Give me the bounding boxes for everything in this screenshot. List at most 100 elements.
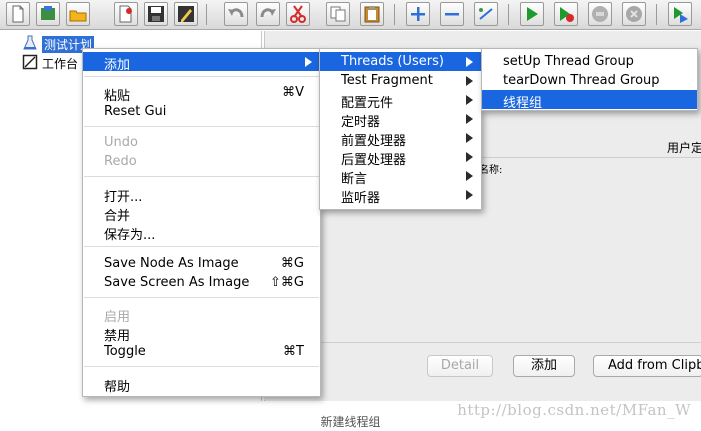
menu-item-disable[interactable]: 禁用	[83, 323, 320, 344]
collapse-icon	[445, 13, 459, 16]
copy-button[interactable]	[326, 2, 350, 26]
paste-icon	[364, 6, 380, 23]
save-button[interactable]	[144, 2, 168, 26]
menu-item-enable[interactable]: 启用	[83, 304, 320, 325]
menu-item-pre-processors[interactable]: 前置处理器	[320, 128, 481, 149]
cut-icon	[290, 5, 306, 23]
menu-item-merge[interactable]: 合并	[83, 203, 320, 224]
save-as-button[interactable]	[174, 2, 198, 26]
toolbar	[0, 0, 701, 30]
undo-button[interactable]	[224, 2, 248, 26]
copy-icon	[330, 6, 346, 22]
menu-separator	[84, 126, 319, 127]
menu-item-threads-users[interactable]: Threads (Users)	[320, 52, 481, 71]
menu-item-reset-gui-label: Reset Gui	[104, 104, 167, 119]
redo-button[interactable]	[256, 2, 280, 26]
menu-item-undo-label: Undo	[104, 135, 138, 150]
test-plan-icon	[23, 35, 37, 50]
menu-separator	[84, 76, 319, 77]
open-button[interactable]	[66, 2, 90, 26]
menu-item-redo[interactable]: Redo	[83, 152, 320, 171]
menu-item-threads-users-label: Threads (Users)	[341, 54, 444, 69]
menu-item-thread-group-label: 线程组	[503, 96, 543, 111]
menu-item-reset-gui[interactable]: Reset Gui	[83, 102, 320, 121]
menu-item-help-label: 帮助	[104, 380, 131, 395]
remote-start-button[interactable]	[668, 2, 692, 26]
redo-icon	[260, 8, 276, 18]
menu-item-teardown-thread-group[interactable]: tearDown Thread Group	[482, 71, 697, 90]
menu-item-test-fragment[interactable]: Test Fragment	[320, 71, 481, 90]
menu-item-post-processors[interactable]: 后置处理器	[320, 147, 481, 168]
add-button[interactable]: 添加	[513, 355, 575, 377]
expand-icon	[411, 7, 425, 21]
bottom-button-bar: Detail 添加 Add from Clipb	[264, 342, 701, 400]
submenu-arrow-icon	[466, 114, 473, 124]
menu-item-listener[interactable]: 监听器	[320, 185, 481, 206]
menu-item-timer[interactable]: 定时器	[320, 109, 481, 130]
menu-item-save-node-as-image-label: Save Node As Image	[104, 256, 239, 271]
toolbar-separator	[394, 4, 395, 25]
open-recent-icon	[119, 5, 132, 23]
save-icon	[148, 6, 164, 22]
shutdown-button[interactable]	[622, 2, 646, 26]
menu-item-add[interactable]: 添加	[83, 52, 320, 73]
toggle-shortcut: ⌘T	[283, 344, 304, 359]
stop-button[interactable]	[588, 2, 612, 26]
menu-separator	[84, 366, 319, 367]
templates-button[interactable]	[36, 2, 60, 26]
templates-icon	[41, 6, 55, 20]
menu-item-save-node-as-image[interactable]: Save Node As Image ⌘G	[83, 254, 320, 273]
menu-item-toggle[interactable]: Toggle ⌘T	[83, 342, 320, 361]
submenu-arrow-icon	[305, 57, 312, 67]
start-no-pause-button[interactable]	[554, 2, 578, 26]
submenu-arrow-icon	[466, 76, 473, 86]
context-menu: 添加 粘贴 ⌘V Reset Gui Undo Redo 打开... 合并 保存…	[82, 48, 321, 397]
toggle-icon	[479, 8, 493, 20]
detail-button[interactable]: Detail	[427, 355, 493, 377]
menu-item-save-screen-as-image-label: Save Screen As Image	[104, 275, 250, 290]
menu-item-listener-label: 监听器	[341, 191, 381, 206]
cut-button[interactable]	[286, 2, 310, 26]
submenu-arrow-icon	[466, 152, 473, 162]
menu-item-setup-thread-group[interactable]: setUp Thread Group	[482, 52, 697, 71]
toolbar-separator	[508, 4, 509, 25]
undo-icon	[228, 8, 244, 18]
toggle-button[interactable]	[474, 2, 498, 26]
name-column-header: 名称:	[479, 165, 503, 176]
menu-item-save-as-label: 保存为...	[104, 228, 156, 243]
menu-item-save-as[interactable]: 保存为...	[83, 222, 320, 243]
menu-item-help[interactable]: 帮助	[83, 374, 320, 395]
start-icon	[527, 7, 538, 21]
image-caption: 新建线程组	[320, 415, 381, 429]
menu-item-test-fragment-label: Test Fragment	[341, 73, 433, 88]
start-button[interactable]	[520, 2, 544, 26]
menu-item-save-screen-as-image[interactable]: Save Screen As Image ⇧⌘G	[83, 273, 320, 292]
save-node-shortcut: ⌘G	[280, 256, 304, 271]
save-as-icon	[178, 6, 194, 22]
menu-item-teardown-thread-group-label: tearDown Thread Group	[503, 73, 660, 88]
menu-item-thread-group[interactable]: 线程组	[482, 90, 697, 111]
menu-item-assertions[interactable]: 断言	[320, 166, 481, 187]
user-defined-variables-label: 用户定	[667, 141, 701, 155]
menu-item-undo[interactable]: Undo	[83, 133, 320, 152]
open-recent-button[interactable]	[114, 2, 138, 26]
add-from-clipboard-button[interactable]: Add from Clipb	[593, 355, 701, 377]
menu-item-config-element[interactable]: 配置元件	[320, 90, 481, 111]
open-icon	[69, 10, 87, 22]
paste-shortcut: ⌘V	[282, 85, 304, 100]
jmeter-window: 测试计划 工作台 用户定 名称: Detail 添加 Add from Clip…	[0, 0, 701, 431]
paste-button[interactable]	[360, 2, 384, 26]
threads-submenu: setUp Thread Group tearDown Thread Group…	[481, 48, 698, 111]
menu-item-open[interactable]: 打开...	[83, 184, 320, 205]
shutdown-icon	[626, 6, 642, 22]
menu-item-setup-thread-group-label: setUp Thread Group	[503, 54, 634, 69]
remote-start-icon	[674, 7, 688, 23]
submenu-arrow-icon	[466, 95, 473, 105]
submenu-arrow-icon	[466, 171, 473, 181]
add-submenu: Threads (Users) Test Fragment 配置元件 定时器 前…	[319, 48, 482, 210]
new-button[interactable]	[6, 2, 30, 26]
tree-node-workbench-label: 工作台	[42, 57, 79, 71]
expand-all-button[interactable]	[406, 2, 430, 26]
collapse-all-button[interactable]	[440, 2, 464, 26]
menu-item-paste[interactable]: 粘贴 ⌘V	[83, 83, 320, 104]
